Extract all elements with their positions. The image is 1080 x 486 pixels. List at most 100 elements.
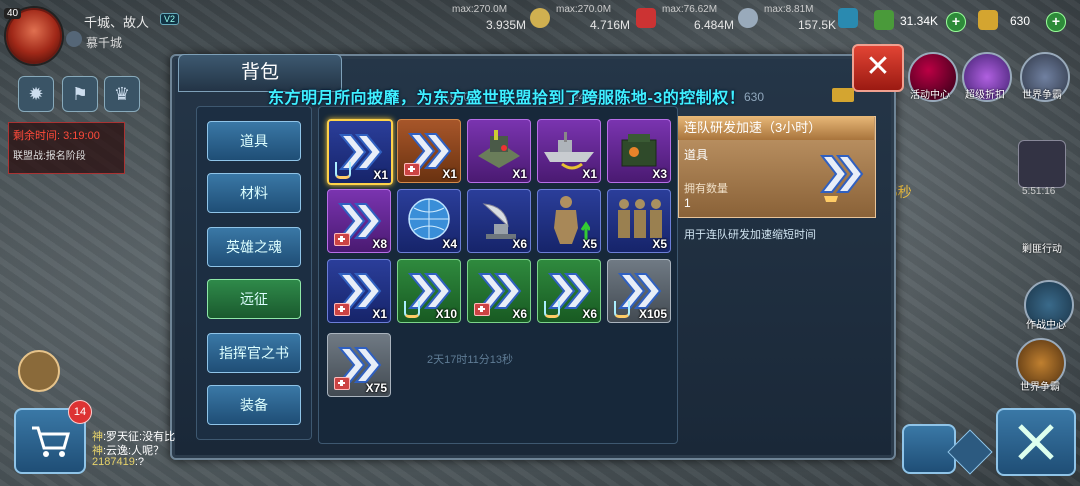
alliance-event-text: 联盟战:报名阶段 <box>13 151 86 162</box>
item-quantity: X6 <box>582 307 597 321</box>
item-slot[interactable]: X1 <box>537 119 601 183</box>
item-quantity: X3 <box>652 167 667 181</box>
gold-icon <box>978 10 998 30</box>
item-quantity: X5 <box>652 237 667 251</box>
tab-items[interactable]: 道具 <box>207 121 301 161</box>
city-name: 慕千城 <box>86 36 123 50</box>
world-war-label: 世界争霸 <box>1022 90 1062 101</box>
item-slot[interactable]: X6 <box>467 189 531 253</box>
medkit-icon <box>334 303 350 316</box>
chat-sender: 2187419 <box>92 456 135 468</box>
item-quantity: X1 <box>442 167 457 181</box>
resource-steel-value: 4.716M <box>590 18 631 32</box>
item-slot[interactable]: X1 <box>467 119 531 183</box>
countdown-text: 剩余时间: 3:19:00 <box>13 130 100 142</box>
signpost-icon[interactable]: ⚑ <box>62 76 98 112</box>
radar-dish-icon <box>482 203 516 239</box>
item-owned-label: 拥有数量 <box>684 183 728 195</box>
beaker-icon <box>544 301 560 318</box>
item-quantity: X1 <box>512 167 527 181</box>
beaker-icon <box>404 301 420 318</box>
bag-category-tabs: 道具 材料 英雄之魂 远征 指挥官之书 装备 <box>196 106 312 440</box>
item-slot[interactable]: X1 <box>327 119 393 185</box>
trophy-icon[interactable]: ♛ <box>104 76 140 112</box>
item-owned-value: 1 <box>684 196 691 210</box>
item-quantity: X4 <box>442 237 457 251</box>
add-cash-button[interactable]: + <box>946 12 966 32</box>
item-slot[interactable]: X5 <box>537 189 601 253</box>
item-quantity: X1 <box>372 307 387 321</box>
bandit-raid-label: 剿匪行动 <box>1022 244 1062 255</box>
discount-label: 超级折扣 <box>965 90 1005 101</box>
chat-text: :? <box>134 456 145 468</box>
globe-icon <box>408 198 450 240</box>
item-slot[interactable]: X5 <box>607 189 671 253</box>
combat-center-label: 作战中心 <box>1026 320 1066 331</box>
chat-line[interactable]: 2187419:? <box>92 456 144 468</box>
bandit-raid-timer: 5:51:16 <box>1022 186 1056 197</box>
base-building-icon <box>478 130 520 168</box>
supply-box-icon[interactable] <box>838 8 858 28</box>
medkit-icon <box>474 303 490 316</box>
tab-hero-souls[interactable]: 英雄之魂 <box>207 227 301 267</box>
medkit-icon <box>404 163 420 176</box>
item-slot[interactable]: X6 <box>537 259 601 323</box>
beaker-icon <box>614 301 630 318</box>
resource-steel-max: max:270.0M <box>556 4 612 15</box>
item-quantity: X10 <box>435 307 457 321</box>
tab-equipment[interactable]: 装备 <box>207 385 301 425</box>
faded-stat-3: 630 <box>744 90 765 104</box>
item-quantity: X1 <box>582 167 597 181</box>
medkit-icon <box>334 233 350 246</box>
item-quantity: X105 <box>638 307 667 321</box>
add-gold-button[interactable]: + <box>1046 12 1066 32</box>
resource-oil-max: max:270.0M <box>452 4 508 15</box>
selected-item-chevron-icon <box>819 155 864 202</box>
cart-icon <box>32 426 70 457</box>
cash-value: 31.34K <box>900 14 939 28</box>
medkit-icon <box>334 377 350 390</box>
close-button[interactable]: ✕ <box>852 44 904 92</box>
city-icon <box>66 31 82 47</box>
titanium-icon <box>738 8 758 28</box>
vip-badge[interactable]: V2 <box>160 13 180 25</box>
item-quantity: X8 <box>372 237 387 251</box>
item-slot[interactable]: X75 <box>327 333 391 397</box>
tab-commander-book[interactable]: 指挥官之书 <box>207 333 301 373</box>
resource-rare-max: max:76.62M <box>662 4 718 15</box>
rare-earth-icon <box>636 8 656 28</box>
resource-oil-value: 3.935M <box>486 18 527 32</box>
cart-count-badge: 14 <box>68 400 92 424</box>
item-slot[interactable]: X10 <box>397 259 461 323</box>
item-quantity: X1 <box>373 168 388 182</box>
tab-expedition[interactable]: 远征 <box>207 279 301 319</box>
item-detail-category: 道具 <box>684 148 709 162</box>
item-detail-title: 连队研发加速（3小时） <box>678 116 874 140</box>
resource-rare-value: 6.484M <box>694 18 735 32</box>
item-slot[interactable]: X105 <box>607 259 671 323</box>
settings-gear-icon[interactable]: ✹ <box>18 76 54 112</box>
item-slot[interactable]: X1 <box>327 259 391 323</box>
helmet-button[interactable] <box>902 424 956 474</box>
warship-icon <box>544 132 594 170</box>
item-slot[interactable]: X8 <box>327 189 391 253</box>
mail-icon[interactable] <box>18 350 60 392</box>
world-war-label-2: 世界争霸 <box>1020 382 1060 393</box>
battle-button[interactable] <box>996 408 1076 476</box>
item-slot[interactable]: X3 <box>607 119 671 183</box>
item-quantity: X6 <box>512 237 527 251</box>
item-slot[interactable]: X1 <box>397 119 461 183</box>
bandit-raid-icon[interactable] <box>1018 140 1066 188</box>
faded-timer: 2天17时11分13秒 <box>427 354 514 366</box>
item-detail-description: 用于连队研发加速缩短时间 <box>684 229 816 241</box>
item-quantity: X75 <box>365 381 387 395</box>
resource-titanium-value: 157.5K <box>798 18 837 32</box>
item-quantity: X5 <box>582 237 597 251</box>
system-broadcast-marquee: 东方明月所向披靡，为东方盛世联盟拾到了跨服陈地-3的控制权！ <box>268 90 746 107</box>
item-slot[interactable]: X6 <box>467 259 531 323</box>
crossed-rifles-icon <box>1018 424 1054 460</box>
beaker-icon <box>335 162 351 179</box>
tab-materials[interactable]: 材料 <box>207 173 301 213</box>
item-slot[interactable]: X4 <box>397 189 461 253</box>
alliance-war-panel[interactable]: 剩余时间: 3:19:00 联盟战:报名阶段 <box>8 122 125 174</box>
